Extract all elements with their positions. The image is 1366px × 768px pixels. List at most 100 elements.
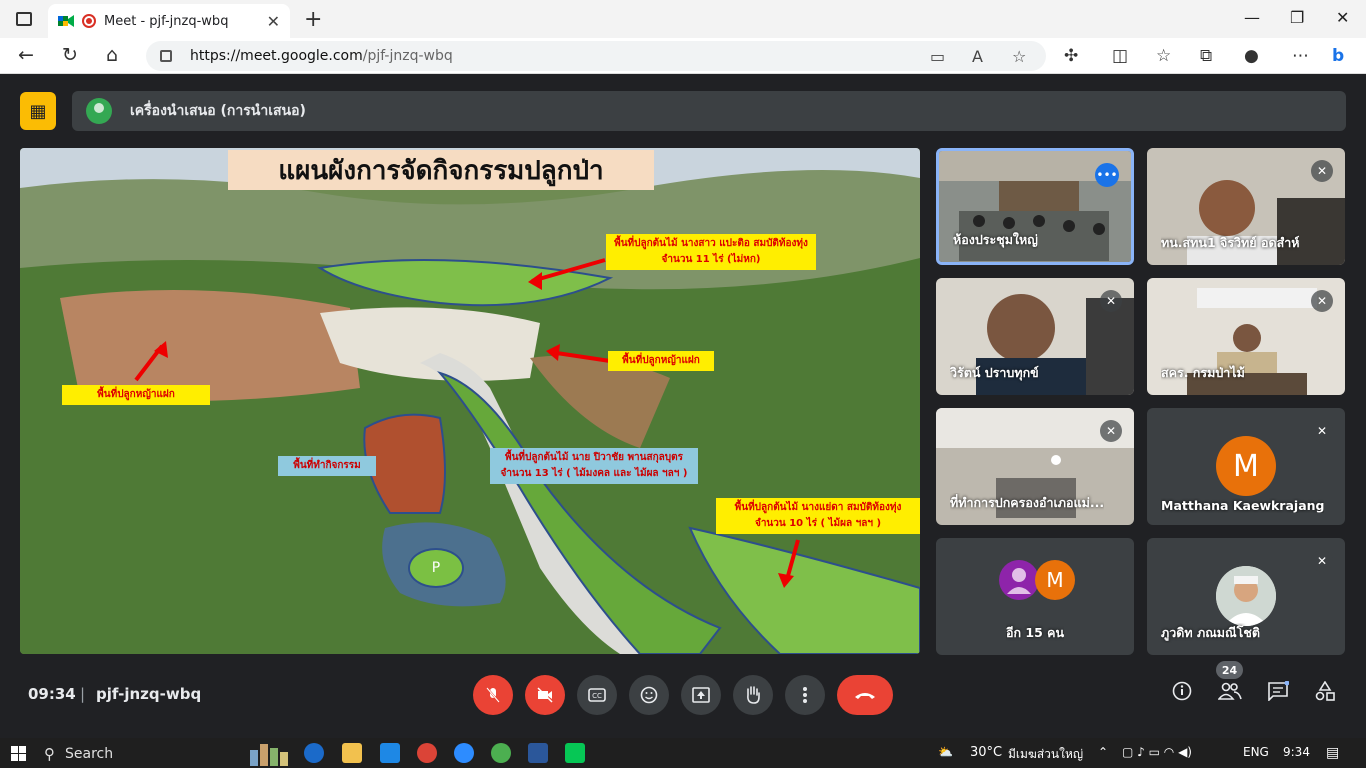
participant-tile[interactable]: ✕ ภูวดิท ภณมณีโชติ (1147, 538, 1345, 655)
lock-icon (160, 50, 172, 62)
activities-button[interactable] (1314, 680, 1336, 706)
mail-icon[interactable] (380, 743, 400, 763)
browser-tab-bar: Meet - pjf-jnzq-wbq ✕ + — ❐ ✕ (0, 0, 1366, 38)
mic-off-icon: ✕ (1100, 290, 1122, 312)
taskbar-search[interactable]: ⚲ Search (44, 742, 294, 766)
recording-icon (82, 14, 96, 28)
notifications-icon[interactable]: ▤ (1326, 745, 1339, 761)
windows-start-icon[interactable] (11, 746, 26, 761)
slide-label-activity-area: พื้นที่ทำกิจกรรม (278, 456, 376, 476)
favorites-icon[interactable]: ☆ (1156, 46, 1171, 66)
slide-label-vetiver-left: พื้นที่ปลูกหญ้าแฝก (62, 385, 210, 405)
line-app-icon[interactable] (565, 743, 585, 763)
tab-actions-icon[interactable] (16, 12, 32, 26)
slide-label-area-10rai: พื้นที่ปลูกต้นไม้ นางแย่ดา สมบัติท้องทุ่… (716, 498, 920, 534)
mic-off-icon: ✕ (1311, 420, 1333, 442)
back-icon[interactable]: ← (18, 44, 34, 66)
windows-taskbar: ⚲ Search ⛅ 30°C มีเมฆส่วนใหญ่ ⌃ ▢ ♪ ▭ ◠ … (0, 738, 1366, 768)
participant-tile[interactable]: ✕ ทน.สทน1 จิรวิทย์ อดสำห์ (1147, 148, 1345, 265)
present-icon (692, 687, 710, 703)
avatar: M (1035, 560, 1075, 600)
slide-label-vetiver-right: พื้นที่ปลูกหญ้าแฝก (608, 351, 714, 371)
participant-tile[interactable]: ✕ สคร. กรมป่าไม้ (1147, 278, 1345, 395)
leave-call-button[interactable] (837, 675, 893, 715)
browser-toolbar: ← ↻ ⌂ https://meet.google.com/pjf-jnzq-w… (0, 38, 1366, 74)
participant-name: ภูวดิท ภณมณีโชติ (1161, 625, 1260, 640)
avatar-person-icon (999, 560, 1039, 600)
camera-off-icon (537, 687, 553, 703)
camera-off-button[interactable] (525, 675, 565, 715)
more-menu-icon[interactable]: ⋯ (1292, 46, 1309, 66)
mic-off-icon: ✕ (1100, 420, 1122, 442)
participant-tile[interactable]: ✕ ที่ทำการปกครองอำเภอแม่... (936, 408, 1134, 525)
language-indicator[interactable]: ENG (1243, 745, 1269, 759)
presentation-badge-icon[interactable]: ▦ (20, 92, 56, 130)
participant-tile-matthana[interactable]: M ✕ Matthana Kaewkrajang (1147, 408, 1345, 525)
participant-name: สคร. กรมป่าไม้ (1161, 365, 1245, 380)
mic-off-icon (486, 687, 500, 703)
more-options-button[interactable] (785, 675, 825, 715)
edge-app-icon[interactable] (304, 743, 324, 763)
chrome-icon[interactable] (417, 743, 437, 763)
new-tab-button[interactable]: + (304, 7, 322, 32)
extensions-icon[interactable]: ✣ (1064, 46, 1078, 66)
avatar-photo (1216, 566, 1276, 626)
phone-hangup-icon (855, 693, 875, 699)
file-explorer-icon[interactable] (342, 743, 362, 763)
mic-off-icon: ✕ (1311, 160, 1333, 182)
meeting-details-button[interactable] (1172, 681, 1192, 706)
reload-icon[interactable]: ↻ (62, 44, 78, 66)
raise-hand-button[interactable] (733, 675, 773, 715)
meeting-time: 09:34 (28, 685, 76, 703)
tray-icons[interactable]: ▢ ♪ ▭ ◠ ◀) (1122, 745, 1192, 759)
slide-label-area-11rai: พื้นที่ปลูกต้นไม้ นางสาว แปะติอ สมบัติท้… (606, 234, 816, 270)
slide-title: แผนผังการจัดกิจกรรมปลูกป่า (228, 150, 654, 190)
svg-text:CC: CC (592, 692, 602, 700)
presentation-bar: เครื่องนำเสนอ (การนำเสนอ) (72, 91, 1346, 131)
participant-name: ที่ทำการปกครองอำเภอแม่... (950, 495, 1105, 510)
weather-temp[interactable]: 30°C (970, 745, 1002, 760)
url-path: /pjf-jnzq-wbq (362, 48, 453, 64)
info-icon (1172, 681, 1192, 701)
mic-off-button[interactable] (473, 675, 513, 715)
chat-button[interactable] (1267, 680, 1290, 706)
camera-icon[interactable]: ▭ (930, 47, 945, 66)
people-button[interactable] (1217, 681, 1242, 706)
maximize-button[interactable]: ❐ (1290, 8, 1304, 27)
people-icon (1217, 682, 1242, 700)
split-screen-icon[interactable]: ◫ (1112, 46, 1128, 66)
participant-name: Matthana Kaewkrajang (1161, 498, 1325, 513)
captions-button[interactable]: CC (577, 675, 617, 715)
participant-tile-meeting-room[interactable]: ••• ห้องประชุมใหญ่ (936, 148, 1134, 265)
present-screen-button[interactable] (681, 675, 721, 715)
minimize-button[interactable]: — (1244, 8, 1260, 27)
tab-meet[interactable]: Meet - pjf-jnzq-wbq ✕ (48, 4, 290, 38)
clock[interactable]: 9:34 (1283, 745, 1310, 759)
tab-close-icon[interactable]: ✕ (267, 12, 280, 31)
app-icon[interactable] (528, 743, 548, 763)
close-window-button[interactable]: ✕ (1336, 8, 1349, 27)
separator: | (80, 685, 86, 703)
more-participants-count: อีก 15 คน (1006, 625, 1065, 640)
slide-label-area-13rai: พื้นที่ปลูกต้นไม้ นาย ปิวาชัย พานสกุลบุต… (490, 448, 698, 484)
meet-window: ▦ เครื่องนำเสนอ (การนำเสนอ) แผนผังการจัด… (4, 75, 1362, 735)
presenting-label: เครื่องนำเสนอ (การนำเสนอ) (130, 103, 306, 119)
more-participants-tile[interactable]: M อีก 15 คน (936, 538, 1134, 655)
read-aloud-icon[interactable]: A (972, 47, 983, 66)
home-icon[interactable]: ⌂ (106, 44, 118, 66)
tray-chevron-icon[interactable]: ⌃ (1098, 745, 1108, 759)
address-bar[interactable]: https://meet.google.com/pjf-jnzq-wbq ▭ A… (146, 41, 1046, 71)
emoji-button[interactable] (629, 675, 669, 715)
app-icon[interactable] (491, 743, 511, 763)
profile-icon[interactable]: ● (1244, 46, 1259, 66)
participant-tile[interactable]: ✕ วิรัตน์ ปราบทุกข์ (936, 278, 1134, 395)
meet-favicon-icon (58, 14, 74, 28)
zoom-icon[interactable] (454, 743, 474, 763)
more-options-icon[interactable]: ••• (1095, 163, 1119, 187)
meeting-code: pjf-jnzq-wbq (96, 685, 202, 703)
weather-icon[interactable]: ⛅ (938, 745, 953, 759)
weather-text[interactable]: มีเมฆส่วนใหญ่ (1008, 745, 1083, 764)
bing-icon[interactable]: b (1332, 46, 1344, 66)
favorite-star-icon[interactable]: ☆ (1012, 47, 1026, 66)
collections-icon[interactable]: ⧉ (1200, 46, 1212, 66)
